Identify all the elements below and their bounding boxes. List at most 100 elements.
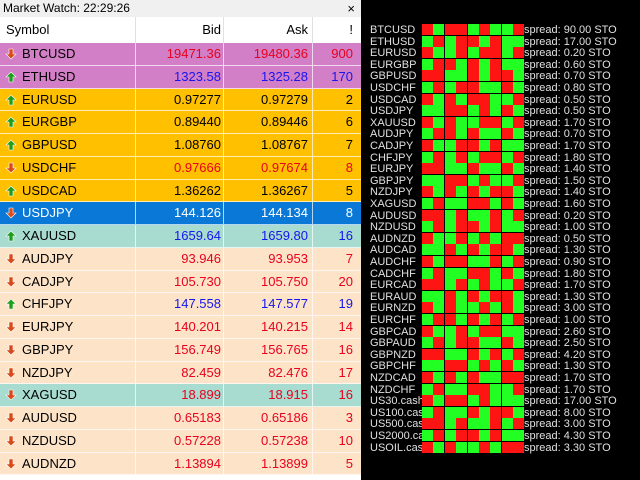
table-row[interactable]: GBPJPY 156.749 156.765 16: [0, 338, 361, 362]
cell-divider: [312, 429, 313, 452]
cell-divider: [223, 407, 224, 429]
heatmap-cell: [433, 116, 445, 128]
table-row[interactable]: GBPUSD 1.08760 1.08767 7: [0, 134, 361, 157]
heatmap-cell: [456, 35, 468, 47]
spread-value: 19: [338, 296, 353, 312]
heatmap-cell: [467, 140, 479, 151]
ask-value: 82.476: [268, 364, 308, 380]
heatmap-cell: [467, 325, 479, 337]
column-header-symbol[interactable]: Symbol: [6, 17, 49, 43]
symbol-name: EURGBP: [22, 114, 77, 130]
column-header-bid[interactable]: Bid: [202, 17, 221, 43]
heatmap-cell: [433, 35, 445, 47]
heatmap-spread-label: spread: 1.40 STO: [524, 163, 611, 176]
heatmap-cell: [479, 325, 490, 337]
table-row[interactable]: XAGUSD 18.899 18.915 16: [0, 384, 361, 407]
heatmap-spread-label: spread: 1.40 STO: [524, 186, 611, 199]
heatmap-cell: [490, 198, 502, 209]
heatmap-cell: [444, 256, 456, 267]
heatmap-cell: [467, 256, 479, 267]
heatmap-cell: [433, 302, 445, 314]
heatmap-spread-label: spread: 0.20 STO: [524, 47, 611, 60]
heatmap-symbol-label: USDJPY: [370, 105, 414, 118]
heatmap-symbol-label: GBPNZD: [370, 348, 416, 361]
column-header-spread[interactable]: !: [349, 17, 353, 43]
heatmap-cell: [501, 163, 513, 175]
heatmap-cell: [467, 221, 479, 233]
heatmap-cell: [456, 47, 468, 59]
arrow-up-icon: [5, 298, 17, 310]
heatmap-cell: [444, 221, 456, 233]
heatmap-cell: [433, 47, 445, 59]
symbol-name: USDJPY: [22, 205, 74, 221]
spread-value: 5: [345, 182, 353, 198]
close-icon[interactable]: ×: [347, 0, 355, 17]
heatmap-cell: [490, 383, 502, 395]
heatmap-symbol-label: EURAUD: [370, 290, 417, 303]
table-row[interactable]: AUDJPY 93.946 93.953 7: [0, 247, 361, 271]
table-row[interactable]: BTCUSD 19471.36 19480.36 900: [0, 43, 361, 66]
heatmap-cell: [433, 418, 445, 430]
heatmap-cell: [513, 82, 525, 93]
heatmap-cell: [467, 198, 479, 209]
heatmap-cell: [513, 418, 525, 430]
heatmap-cell: [456, 360, 468, 372]
heatmap-spread-label: spread: 90.00 STO: [524, 24, 617, 36]
column-separator[interactable]: [312, 17, 313, 43]
heatmap-cell: [433, 58, 445, 70]
heatmap-cell: [456, 163, 468, 175]
table-row[interactable]: USDCHF 0.97666 0.97674 8: [0, 156, 361, 180]
heatmap-cell: [513, 302, 525, 314]
heatmap-cell: [467, 105, 479, 117]
ask-value: 0.97674: [261, 159, 308, 175]
table-row[interactable]: AUDNZD 1.13894 1.13899 5: [0, 452, 361, 476]
heatmap-spread-label: spread: 1.00 STO: [524, 221, 611, 234]
table-row[interactable]: NZDJPY 82.459 82.476 17: [0, 361, 361, 385]
heatmap-cell: [479, 395, 490, 407]
heatmap-cell: [467, 174, 479, 186]
heatmap-symbol-label: CHFJPY: [370, 151, 413, 164]
table-row[interactable]: EURJPY 140.201 140.215 14: [0, 316, 361, 339]
market-watch-panel: Market Watch: 22:29:26 × Symbol Bid Ask …: [0, 0, 362, 480]
heatmap-cell: [501, 267, 513, 279]
table-row[interactable]: NZDUSD 0.57228 0.57238 10: [0, 429, 361, 453]
bid-value: 0.97666: [174, 159, 221, 175]
bid-value: 0.57228: [174, 432, 221, 448]
cell-divider: [312, 361, 313, 384]
heatmap-cell: [490, 244, 502, 256]
table-row[interactable]: AUDUSD 0.65183 0.65186 3: [0, 407, 361, 430]
heatmap-cell: [444, 58, 456, 70]
heatmap-cell: [444, 140, 456, 151]
table-row[interactable]: XAUUSD 1659.64 1659.80 16: [0, 225, 361, 248]
heatmap-cell: [467, 430, 479, 441]
heatmap-spread-label: spread: 3.30 STO: [524, 441, 611, 454]
spread-value: 900: [331, 46, 353, 61]
table-row[interactable]: USDJPY 144.126 144.134 8: [0, 202, 361, 225]
table-row[interactable]: USDCAD 1.36262 1.36267 5: [0, 179, 361, 203]
column-separator[interactable]: [223, 17, 224, 43]
column-separator[interactable]: [135, 17, 136, 43]
table-row[interactable]: EURGBP 0.89440 0.89446 6: [0, 111, 361, 134]
table-row[interactable]: EURUSD 0.97277 0.97279 2: [0, 88, 361, 112]
heatmap-cell: [479, 151, 490, 163]
cell-divider: [223, 293, 224, 315]
heatmap-cell: [444, 314, 456, 325]
heatmap-cell: [422, 395, 433, 407]
heatmap-cell: [433, 186, 445, 198]
heatmap-cell: [433, 383, 445, 395]
table-row[interactable]: ETHUSD 1323.58 1325.28 170: [0, 65, 361, 89]
ask-value: 105.750: [261, 273, 308, 289]
heatmap-symbol-label: GBPCAD: [370, 325, 417, 338]
table-row[interactable]: CHFJPY 147.558 147.577 19: [0, 293, 361, 316]
table-row[interactable]: CADJPY 105.730 105.750 20: [0, 270, 361, 294]
column-header-ask[interactable]: Ask: [286, 17, 308, 43]
heatmap-cell: [422, 151, 433, 163]
symbol-name: USDCAD: [22, 182, 77, 198]
bid-value: 105.730: [174, 273, 221, 289]
heatmap-cell: [467, 383, 479, 395]
heatmap-cell: [422, 383, 433, 395]
symbol-name: CHFJPY: [22, 296, 73, 312]
arrow-down-icon: [5, 435, 17, 447]
heatmap-cell: [456, 302, 468, 314]
heatmap-cell: [422, 35, 433, 47]
